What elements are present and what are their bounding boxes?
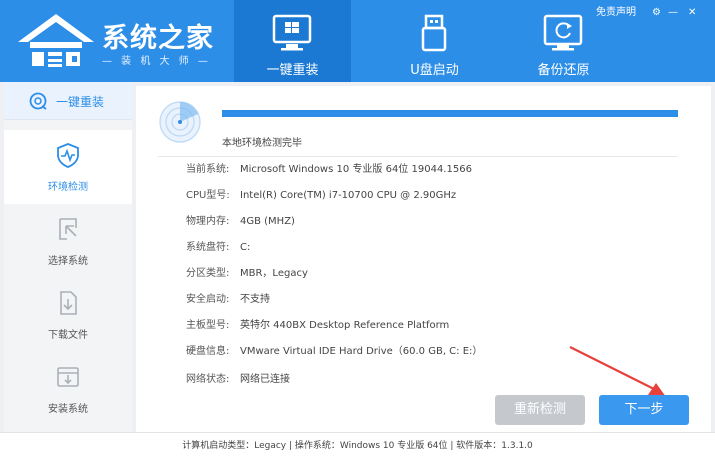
- windows-install-icon: [272, 14, 312, 51]
- header-bar: 系统之家 — 装 机 大 师 — 一键重装 U盘启动 备份还原 免责声明 ⚙ —…: [0, 0, 715, 82]
- info-key: CPU型号:: [186, 190, 230, 201]
- sidebar-item-select-system[interactable]: 选择系统: [4, 204, 132, 278]
- info-key: 分区类型:: [186, 268, 230, 279]
- info-value: Intel(R) Core(TM) i7-10700 CPU @ 2.90GHz: [240, 190, 457, 201]
- tab-one-key-reinstall[interactable]: 一键重装: [234, 0, 351, 82]
- sidebar-item-label: 安装系统: [48, 404, 88, 415]
- main-panel: 本地环境检测完毕 当前系统: Microsoft Windows 10 专业版 …: [136, 86, 711, 432]
- progress-fill: [222, 110, 678, 117]
- next-step-button[interactable]: 下一步: [599, 395, 689, 425]
- app-subtitle: — 装 机 大 师 —: [102, 56, 211, 67]
- sidebar-top-label: 一键重装: [56, 95, 105, 109]
- sidebar-item-install-system[interactable]: 安装系统: [4, 352, 132, 426]
- info-value: C:: [240, 242, 251, 253]
- info-value: 英特尔 440BX Desktop Reference Platform: [240, 320, 450, 331]
- shield-pulse-icon: [57, 143, 79, 168]
- status-bar: 计算机启动类型：Legacy | 操作系统：Windows 10 专业版 64位…: [0, 432, 715, 456]
- cursor-select-icon: [59, 218, 77, 240]
- file-download-icon: [60, 291, 77, 315]
- info-value: Microsoft Windows 10 专业版 64位 19044.1566: [240, 164, 472, 175]
- tab-label: 一键重装: [266, 63, 319, 78]
- info-value: VMware Virtual IDE Hard Drive（60.0 GB, C…: [240, 346, 483, 357]
- info-key: 网络状态:: [186, 374, 230, 385]
- detection-progress-bar: [222, 110, 678, 117]
- recheck-button[interactable]: 重新检测: [495, 395, 585, 425]
- house-logo-icon: [18, 14, 94, 67]
- install-box-icon: [57, 367, 79, 387]
- radar-scan-icon: [159, 101, 201, 143]
- tab-label: 备份还原: [537, 63, 590, 78]
- sidebar: 一键重装 环境检测 选择系统 下载文件 安装系统: [4, 82, 132, 432]
- progress-status-text: 本地环境检测完毕: [222, 138, 302, 149]
- sidebar-item-label: 下载文件: [48, 330, 88, 341]
- tab-usb-boot[interactable]: U盘启动: [376, 0, 493, 82]
- app-window: 系统之家 — 装 机 大 师 — 一键重装 U盘启动 备份还原 免责声明 ⚙ —…: [0, 0, 715, 456]
- info-key: 硬盘信息:: [186, 346, 230, 357]
- app-logo: 系统之家 — 装 机 大 师 —: [16, 10, 236, 72]
- info-key: 当前系统:: [186, 164, 230, 175]
- info-key: 系统盘符:: [186, 242, 230, 253]
- sidebar-one-key-reinstall[interactable]: 一键重装: [4, 82, 132, 120]
- info-value: 4GB (MHZ): [240, 216, 295, 227]
- info-value: MBR，Legacy: [240, 268, 308, 279]
- info-value: 不支持: [240, 294, 270, 305]
- disclaimer-link[interactable]: 免责声明: [596, 6, 636, 20]
- backup-restore-icon: [543, 14, 583, 51]
- usb-drive-icon: [421, 14, 447, 52]
- refresh-circle-icon: [29, 92, 47, 110]
- sidebar-item-label: 选择系统: [48, 256, 88, 267]
- status-bar-text: 计算机启动类型：Legacy | 操作系统：Windows 10 专业版 64位…: [182, 441, 533, 451]
- red-arrow-annotation: [569, 346, 666, 397]
- tab-label: U盘启动: [410, 63, 459, 78]
- info-value: 网络已连接: [240, 374, 290, 385]
- sidebar-item-label: 环境检测: [48, 182, 88, 193]
- settings-icon[interactable]: ⚙: [652, 6, 661, 20]
- minimize-icon[interactable]: —: [668, 6, 678, 20]
- app-title: 系统之家: [102, 23, 214, 54]
- info-key: 物理内存:: [186, 216, 230, 227]
- sidebar-item-download-files[interactable]: 下载文件: [4, 278, 132, 352]
- sidebar-item-environment-check[interactable]: 环境检测: [4, 130, 132, 204]
- close-icon[interactable]: ✕: [688, 6, 696, 20]
- info-key: 安全启动:: [186, 294, 230, 305]
- info-key: 主板型号:: [186, 320, 230, 331]
- divider: [158, 156, 678, 157]
